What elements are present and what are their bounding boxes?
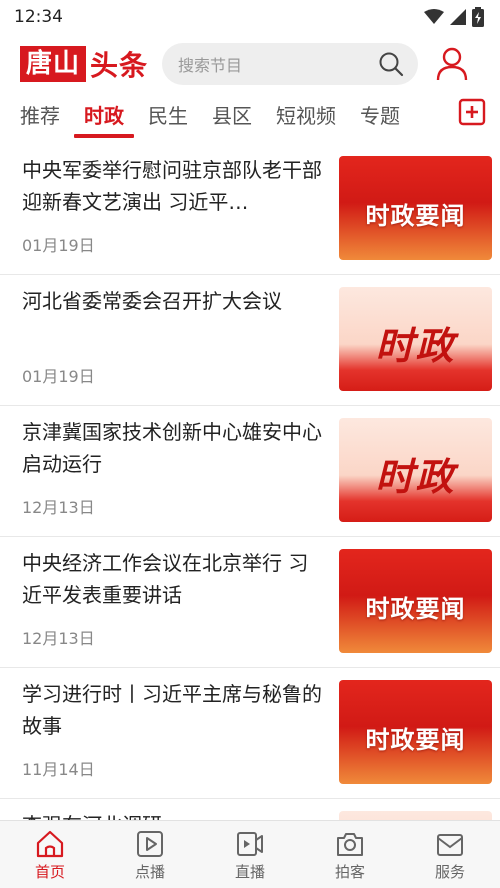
news-thumbnail[interactable] <box>339 811 492 820</box>
news-title[interactable]: 河北省委常委会召开扩大会议 <box>22 285 322 317</box>
news-date: 12月13日 <box>22 498 95 517</box>
thumbnail-text: 时政 <box>375 324 456 368</box>
tab-politics[interactable]: 时政 <box>74 94 134 138</box>
tab-short-video[interactable]: 短视频 <box>276 94 336 138</box>
signal-icon <box>450 9 466 25</box>
news-item[interactable]: 中央经济工作会议在北京举行 习近平发表重要讲话 12月13日 时政要闻 <box>0 537 500 668</box>
mail-icon[interactable] <box>435 829 465 859</box>
app-header: 唐山 头条 搜索节目 <box>0 34 500 94</box>
news-thumbnail[interactable]: 时政要闻 <box>339 156 492 260</box>
news-item[interactable]: 京津冀国家技术创新中心雄安中心启动运行 12月13日 时政 <box>0 406 500 537</box>
add-tab-icon[interactable] <box>458 98 486 126</box>
play-icon[interactable] <box>135 829 165 859</box>
news-title[interactable]: 学习进行时丨习近平主席与秘鲁的故事 <box>22 678 322 742</box>
news-item[interactable]: 李强在河北调研 <box>0 799 500 820</box>
nav-label: 拍客 <box>334 863 365 881</box>
thumbnail-text: 时政要闻 <box>365 202 466 230</box>
home-icon[interactable] <box>35 829 65 859</box>
news-title[interactable]: 京津冀国家技术创新中心雄安中心启动运行 <box>22 416 322 480</box>
camera-icon[interactable] <box>335 829 365 859</box>
news-date: 01月19日 <box>22 367 95 386</box>
thumbnail-text: 时政要闻 <box>365 595 466 623</box>
nav-service[interactable]: 服务 <box>400 821 500 888</box>
search-placeholder: 搜索节目 <box>178 56 243 75</box>
thumbnail-text: 时政要闻 <box>365 726 466 754</box>
news-thumbnail[interactable]: 时政 <box>339 287 492 391</box>
news-item[interactable]: 河北省委常委会召开扩大会议 01月19日 时政 <box>0 275 500 406</box>
nav-live[interactable]: 直播 <box>200 821 300 888</box>
tab-recommend[interactable]: 推荐 <box>20 94 60 138</box>
wifi-icon <box>424 9 444 24</box>
search-icon[interactable] <box>378 51 404 77</box>
news-thumbnail[interactable]: 时政要闻 <box>339 680 492 784</box>
user-profile-button[interactable] <box>432 44 472 84</box>
nav-label: 点播 <box>134 863 165 881</box>
news-list: 中央军委举行慰问驻京部队老干部迎新春文艺演出 习近平… 01月19日 时政要闻 … <box>0 144 500 820</box>
news-thumbnail[interactable]: 时政要闻 <box>339 549 492 653</box>
nav-reporter[interactable]: 拍客 <box>300 821 400 888</box>
news-date: 01月19日 <box>22 236 95 255</box>
nav-label: 直播 <box>234 863 265 881</box>
bottom-nav: 首页 点播 直播 拍客 服务 <box>0 820 500 888</box>
news-title[interactable]: 李强在河北调研 <box>22 809 322 820</box>
status-icons <box>424 7 484 27</box>
news-date: 11月14日 <box>22 760 95 779</box>
status-bar: 12:34 <box>0 0 500 34</box>
news-title[interactable]: 中央军委举行慰问驻京部队老干部迎新春文艺演出 习近平… <box>22 154 322 218</box>
news-item[interactable]: 中央军委举行慰问驻京部队老干部迎新春文艺演出 习近平… 01月19日 时政要闻 <box>0 144 500 275</box>
news-item[interactable]: 学习进行时丨习近平主席与秘鲁的故事 11月14日 时政要闻 <box>0 668 500 799</box>
news-title[interactable]: 中央经济工作会议在北京举行 习近平发表重要讲话 <box>22 547 322 611</box>
tab-topics[interactable]: 专题 <box>360 94 400 138</box>
user-icon[interactable] <box>436 47 468 81</box>
live-camera-icon[interactable] <box>235 829 265 859</box>
tab-livelihood[interactable]: 民生 <box>148 94 188 138</box>
logo-box-text: 唐山 <box>20 46 87 82</box>
app-logo: 唐山 头条 <box>20 46 148 82</box>
nav-home[interactable]: 首页 <box>0 821 100 888</box>
category-tabs: 推荐 时政 民生 县区 短视频 专题 <box>0 94 500 142</box>
thumbnail-text: 时政 <box>375 455 456 499</box>
tab-counties[interactable]: 县区 <box>212 94 252 138</box>
news-thumbnail[interactable]: 时政 <box>339 418 492 522</box>
status-time: 12:34 <box>14 7 63 27</box>
search-input[interactable]: 搜索节目 <box>162 43 419 85</box>
nav-label: 首页 <box>34 863 65 881</box>
nav-label: 服务 <box>434 863 465 881</box>
battery-icon <box>472 7 484 27</box>
nav-vod[interactable]: 点播 <box>100 821 200 888</box>
logo-text: 头条 <box>90 49 149 82</box>
news-date: 12月13日 <box>22 629 95 648</box>
